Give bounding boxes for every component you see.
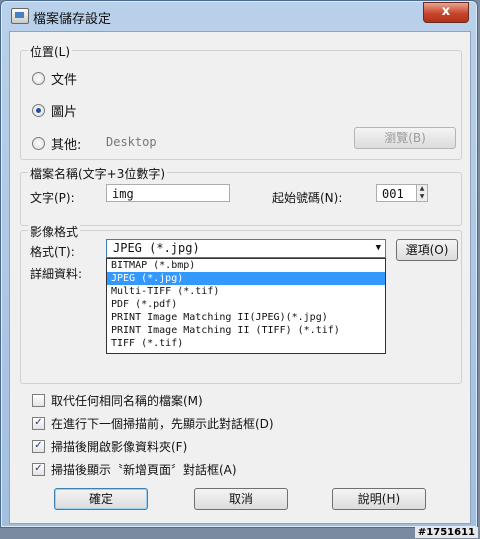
format-option-bmp[interactable]: BITMAP (*.bmp): [107, 259, 385, 272]
other-label: 其他:: [51, 138, 82, 153]
format-options-button[interactable]: 選項(O): [396, 239, 458, 261]
format-option-pdf[interactable]: PDF (*.pdf): [107, 298, 385, 311]
location-documents-radio[interactable]: 文件: [32, 69, 77, 88]
format-option-multi-tiff[interactable]: Multi-TIFF (*.tif): [107, 285, 385, 298]
documents-label: 文件: [51, 73, 78, 88]
cancel-button[interactable]: 取消: [194, 488, 288, 510]
open-folder-checkbox[interactable]: ✓ 掃描後開啟影像資料夾(F): [32, 438, 187, 455]
radio-circle-icon: [32, 72, 45, 85]
location-legend: 位置(L): [28, 43, 73, 60]
prefix-input[interactable]: img: [106, 184, 230, 202]
browse-button[interactable]: 瀏覽(B): [354, 127, 456, 149]
start-number-input[interactable]: 001: [376, 184, 418, 202]
format-dropdown-list[interactable]: BITMAP (*.bmp) JPEG (*.jpg) Multi-TIFF (…: [106, 258, 386, 354]
format-option-pim-tiff[interactable]: PRINT Image Matching II (TIFF) (*.tif): [107, 324, 385, 337]
close-button[interactable]: x: [423, 2, 469, 23]
format-selected-value: JPEG (*.jpg): [113, 241, 200, 255]
scanner-app-icon: [11, 8, 29, 24]
format-option-pim-jpeg[interactable]: PRINT Image Matching II(JPEG)(*.jpg): [107, 311, 385, 324]
format-option-jpeg[interactable]: JPEG (*.jpg): [107, 272, 385, 285]
pictures-label: 圖片: [51, 105, 78, 120]
radio-circle-icon: [32, 137, 45, 150]
radio-selected-icon: [32, 104, 45, 117]
location-other-radio[interactable]: 其他:: [32, 134, 81, 153]
title-bar[interactable]: 檔案儲存設定 x: [1, 1, 477, 31]
checkbox-empty-icon: [32, 394, 45, 407]
replace-files-checkbox[interactable]: 取代任何相同名稱的檔案(M): [32, 392, 203, 409]
other-path-value: Desktop: [106, 135, 157, 149]
prefix-label: 文字(P):: [30, 191, 75, 205]
checkmark-icon: ✓: [32, 463, 45, 476]
show-dialog-label: 在進行下一個掃描前，先顯示此對話框(D): [51, 417, 274, 431]
watermark-text: #1751611: [414, 527, 478, 538]
dropdown-arrow-icon: ▼: [375, 243, 381, 253]
format-option-tiff[interactable]: TIFF (*.tif): [107, 337, 385, 350]
start-number-label: 起始號碼(N):: [272, 191, 343, 205]
add-page-dialog-label: 掃描後顯示〝新增頁面〞對話框(A): [51, 463, 237, 477]
show-dialog-checkbox[interactable]: ✓ 在進行下一個掃描前，先顯示此對話框(D): [32, 415, 274, 432]
start-number-stepper[interactable]: ▲ ▼: [416, 184, 428, 202]
open-folder-label: 掃描後開啟影像資料夾(F): [51, 440, 188, 454]
dialog-title: 檔案儲存設定: [33, 12, 112, 27]
format-legend: 影像格式: [28, 223, 81, 240]
replace-files-label: 取代任何相同名稱的檔案(M): [51, 394, 203, 408]
filename-legend: 檔案名稱(文字+3位數字): [28, 165, 168, 182]
checkmark-icon: ✓: [32, 417, 45, 430]
checkmark-icon: ✓: [32, 440, 45, 453]
details-label: 詳細資料:: [30, 267, 83, 281]
format-select[interactable]: JPEG (*.jpg) ▼: [106, 239, 386, 258]
add-page-dialog-checkbox[interactable]: ✓ 掃描後顯示〝新增頁面〞對話框(A): [32, 461, 237, 478]
ok-button[interactable]: 確定: [54, 488, 148, 510]
help-button[interactable]: 說明(H): [332, 488, 426, 510]
location-pictures-radio[interactable]: 圖片: [32, 101, 77, 120]
format-label: 格式(T):: [30, 245, 75, 259]
